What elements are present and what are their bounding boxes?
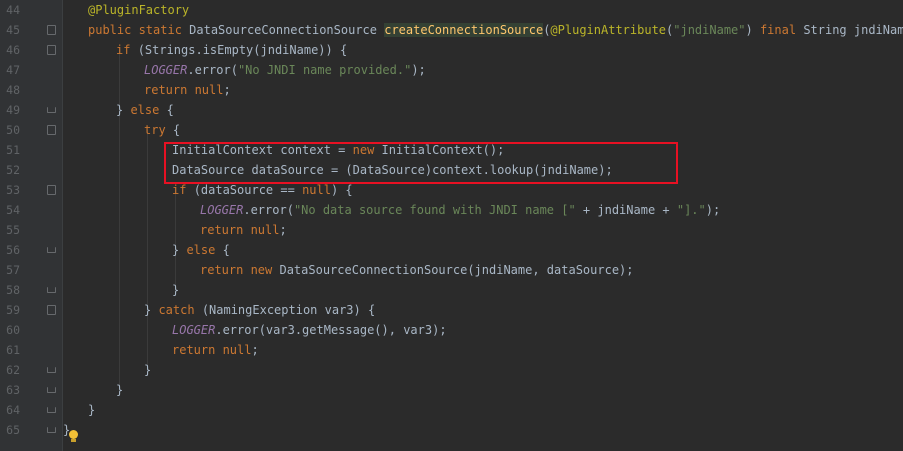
- line-number: 55: [6, 223, 20, 237]
- line-number: 45: [6, 23, 20, 37]
- code-line-58: }: [172, 283, 180, 297]
- fold-marker-icon[interactable]: [47, 247, 56, 253]
- code-line-50: try {: [144, 123, 181, 137]
- code-line-44: @PluginFactory: [88, 3, 190, 17]
- fold-marker-icon[interactable]: [47, 427, 56, 433]
- lightbulb-icon[interactable]: [69, 430, 78, 439]
- code-line-56: } else {: [172, 243, 230, 257]
- line-number: 52: [6, 163, 20, 177]
- fold-marker-icon[interactable]: [47, 407, 56, 413]
- line-number: 57: [6, 263, 20, 277]
- code-line-47: LOGGER.error("No JNDI name provided.");: [144, 63, 426, 77]
- line-number: 59: [6, 303, 20, 317]
- line-number: 49: [6, 103, 20, 117]
- code-editor[interactable]: 44 45 46 47 48 49 50 51 52 53 54 55 56 5…: [0, 0, 903, 451]
- code-line-64: }: [88, 403, 96, 417]
- code-line-54: LOGGER.error("No data source found with …: [200, 203, 721, 217]
- code-line-61: return null;: [172, 343, 259, 357]
- line-number: 63: [6, 383, 20, 397]
- line-number: 44: [6, 3, 20, 17]
- code-line-60: LOGGER.error(var3.getMessage(), var3);: [172, 323, 447, 337]
- line-number: 65: [6, 423, 20, 437]
- line-number: 46: [6, 43, 20, 57]
- fold-marker-icon[interactable]: [47, 185, 56, 195]
- fold-marker-icon[interactable]: [47, 107, 56, 113]
- line-number: 58: [6, 283, 20, 297]
- fold-marker-icon[interactable]: [47, 305, 56, 315]
- line-number: 56: [6, 243, 20, 257]
- line-number: 54: [6, 203, 20, 217]
- line-number: 64: [6, 403, 20, 417]
- lightbulb-base: [71, 439, 76, 442]
- line-number-gutter: 44 45 46 47 48 49 50 51 52 53 54 55 56 5…: [0, 0, 62, 451]
- fold-marker-icon[interactable]: [47, 125, 56, 135]
- code-line-57: return new DataSourceConnectionSource(jn…: [200, 263, 634, 277]
- line-number: 61: [6, 343, 20, 357]
- code-line-59: } catch (NamingException var3) {: [144, 303, 376, 317]
- indent-guide: [147, 130, 148, 370]
- code-line-49: } else {: [116, 103, 174, 117]
- method-name-highlight[interactable]: createConnectionSource: [384, 23, 544, 37]
- line-number: 60: [6, 323, 20, 337]
- code-line-63: }: [116, 383, 124, 397]
- code-line-48: return null;: [144, 83, 231, 97]
- code-line-45: public static DataSourceConnectionSource…: [88, 23, 903, 37]
- line-number: 47: [6, 63, 20, 77]
- code-line-62: }: [144, 363, 152, 377]
- line-number: 62: [6, 363, 20, 377]
- line-number: 53: [6, 183, 20, 197]
- line-number: 48: [6, 83, 20, 97]
- fold-marker-icon[interactable]: [47, 387, 56, 393]
- fold-marker-icon[interactable]: [47, 287, 56, 293]
- code-line-46: if (Strings.isEmpty(jndiName)) {: [116, 43, 348, 57]
- code-line-55: return null;: [200, 223, 287, 237]
- line-number: 50: [6, 123, 20, 137]
- fold-marker-icon[interactable]: [47, 45, 56, 55]
- fold-marker-icon[interactable]: [47, 25, 56, 35]
- code-area[interactable]: @PluginFactory public static DataSourceC…: [63, 0, 903, 451]
- fold-marker-icon[interactable]: [47, 367, 56, 373]
- highlight-box: [164, 142, 678, 184]
- line-number: 51: [6, 143, 20, 157]
